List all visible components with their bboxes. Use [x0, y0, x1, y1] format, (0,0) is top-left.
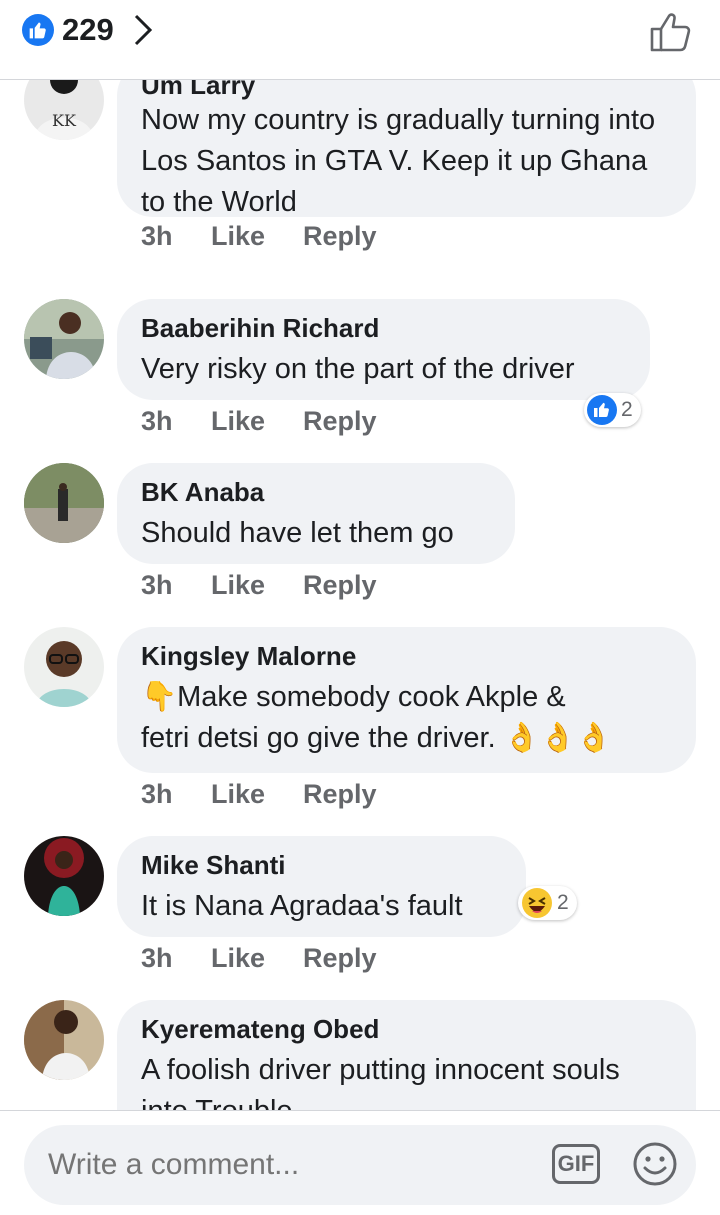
haha-icon	[522, 888, 552, 918]
comments-list[interactable]: KK Um Larry Now my country is gradually …	[0, 80, 720, 1110]
comment-text: Should have let them go	[141, 517, 454, 549]
comment-text-line-1: 👇Make somebody cook Akple &	[141, 681, 566, 713]
comment-bubble[interactable]: Baaberihin Richard Very risky on the par…	[117, 299, 650, 400]
comment-bubble[interactable]: Um Larry Now my country is gradually tur…	[117, 80, 696, 218]
avatar[interactable]: KK	[24, 80, 104, 140]
like-icon	[22, 14, 54, 46]
comment-time: 3h	[141, 221, 173, 251]
comment-bubble[interactable]: Kingsley Malorne 👇Make somebody cook Akp…	[117, 627, 696, 773]
comment-author[interactable]: Baaberihin Richard	[141, 313, 626, 343]
comment-text: Very risky on the part of the driver	[141, 353, 575, 385]
comment-input[interactable]	[48, 1148, 528, 1182]
comment-author[interactable]: Kingsley Malorne	[141, 641, 672, 671]
chevron-right-icon[interactable]	[132, 13, 154, 47]
comment-author[interactable]: Um Larry	[141, 80, 672, 100]
comment-text: Now my country is gradually turning into…	[141, 104, 656, 218]
avatar[interactable]	[24, 463, 104, 543]
comment-time: 3h	[141, 779, 173, 809]
like-button[interactable]: Like	[211, 779, 303, 810]
comment-text: A foolish driver putting innocent souls …	[141, 1054, 620, 1110]
comment-actions: 3h Like Reply	[141, 779, 377, 810]
like-button[interactable]: Like	[211, 943, 303, 974]
comment-text-line-2: fetri detsi go give the driver. 👌👌👌	[141, 722, 613, 754]
comment-time: 3h	[141, 570, 173, 600]
comment-bubble[interactable]: Mike Shanti It is Nana Agradaa's fault	[117, 836, 526, 937]
avatar[interactable]	[24, 299, 104, 379]
comment-bubble[interactable]: BK Anaba Should have let them go	[117, 463, 515, 564]
comment-time: 3h	[141, 406, 173, 436]
reaction-summary[interactable]: 229	[22, 12, 154, 48]
like-button[interactable]: Like	[211, 406, 303, 437]
reaction-count-badge[interactable]: 2	[518, 886, 577, 920]
reactions-header: 229	[0, 0, 720, 80]
avatar[interactable]	[24, 1000, 104, 1080]
reaction-count-badge[interactable]: 2	[584, 393, 641, 427]
avatar[interactable]	[24, 836, 104, 916]
comment-author[interactable]: Mike Shanti	[141, 850, 502, 880]
reaction-count: 2	[621, 398, 633, 421]
comment-time: 3h	[141, 943, 173, 973]
reply-button[interactable]: Reply	[303, 221, 377, 252]
comment-input-container[interactable]: GIF	[24, 1125, 696, 1205]
reaction-count: 2	[557, 891, 569, 914]
gif-button[interactable]: GIF	[552, 1144, 600, 1184]
reply-button[interactable]: Reply	[303, 779, 377, 810]
emoji-icon[interactable]	[632, 1141, 678, 1192]
comment-author[interactable]: BK Anaba	[141, 477, 491, 507]
comment-text: It is Nana Agradaa's fault	[141, 890, 463, 922]
svg-text:KK: KK	[52, 111, 77, 130]
comment-actions: 3h Like Reply	[141, 221, 377, 252]
like-button[interactable]: Like	[211, 570, 303, 601]
comment-actions: 3h Like Reply	[141, 406, 377, 437]
comment-composer: GIF	[0, 1110, 720, 1215]
like-count: 229	[62, 12, 114, 47]
reply-button[interactable]: Reply	[303, 406, 377, 437]
like-icon	[587, 395, 617, 425]
reply-button[interactable]: Reply	[303, 943, 377, 974]
comment-actions: 3h Like Reply	[141, 570, 377, 601]
comment-actions: 3h Like Reply	[141, 943, 377, 974]
comment-bubble[interactable]: Kyeremateng Obed A foolish driver puttin…	[117, 1000, 696, 1110]
avatar[interactable]	[24, 627, 104, 707]
comment-author[interactable]: Kyeremateng Obed	[141, 1014, 672, 1044]
reply-button[interactable]: Reply	[303, 570, 377, 601]
thumbs-up-icon[interactable]	[648, 10, 692, 59]
like-button[interactable]: Like	[211, 221, 303, 252]
